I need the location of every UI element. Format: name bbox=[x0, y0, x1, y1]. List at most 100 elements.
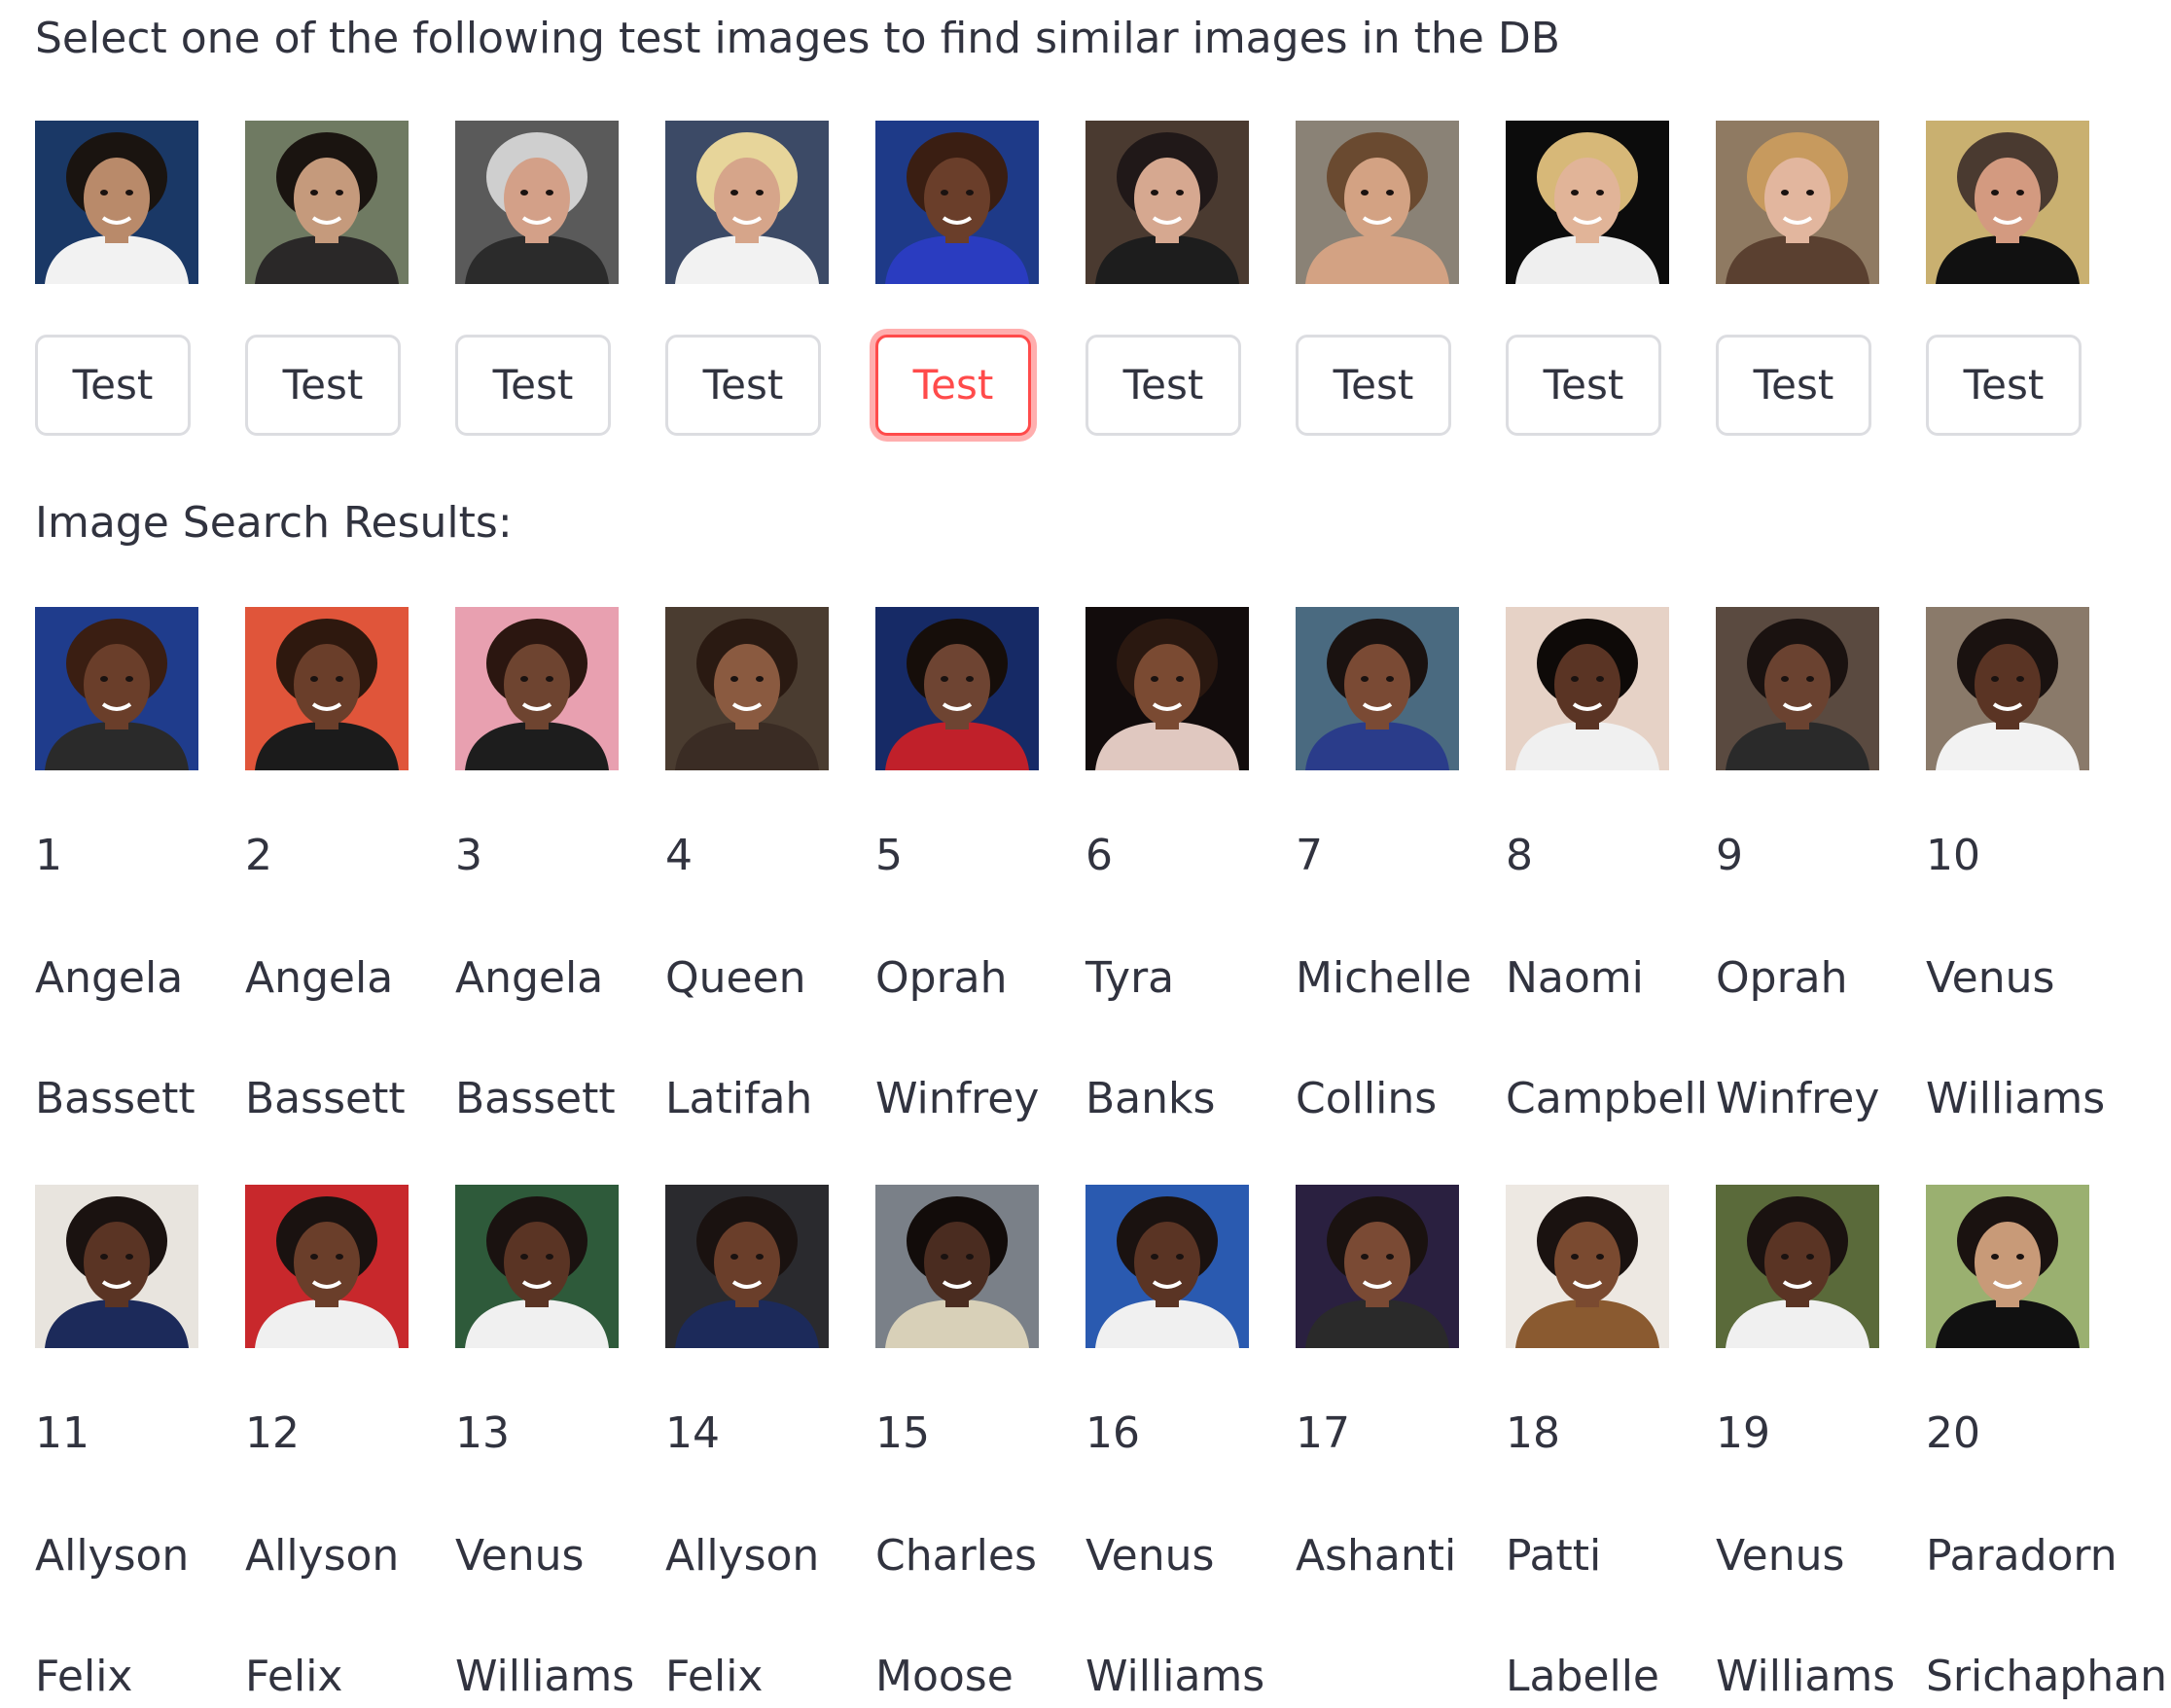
result-last-name: Srichaphan bbox=[1926, 1652, 2167, 1701]
photo-face bbox=[1975, 644, 2041, 726]
test-button-4[interactable]: Test bbox=[665, 335, 821, 436]
photo-left-eye bbox=[1781, 190, 1789, 196]
face-photo bbox=[1716, 607, 1879, 770]
test-image-5 bbox=[875, 121, 1039, 284]
photo-left-eye bbox=[100, 190, 108, 196]
photo-right-eye bbox=[966, 1254, 974, 1260]
result-image-11 bbox=[35, 1185, 198, 1348]
photo-right-eye bbox=[1806, 676, 1814, 682]
test-image-8 bbox=[1506, 121, 1669, 284]
result-last-name: Winfrey bbox=[1716, 1074, 1880, 1123]
photo-right-eye bbox=[336, 1254, 343, 1260]
photo-right-eye bbox=[1176, 1254, 1184, 1260]
photo-right-eye bbox=[2016, 190, 2024, 196]
test-button-3[interactable]: Test bbox=[455, 335, 611, 436]
photo-face bbox=[1134, 158, 1200, 239]
result-image-17 bbox=[1296, 1185, 1459, 1348]
face-photo bbox=[245, 1185, 409, 1348]
test-button-6[interactable]: Test bbox=[1086, 335, 1241, 436]
result-rank: 3 bbox=[455, 831, 482, 880]
result-first-name: Allyson bbox=[35, 1531, 190, 1581]
face-photo bbox=[875, 607, 1039, 770]
photo-right-eye bbox=[1596, 190, 1604, 196]
result-image-2 bbox=[245, 607, 409, 770]
result-image-10 bbox=[1926, 607, 2089, 770]
photo-left-eye bbox=[1991, 1254, 1999, 1260]
photo-left-eye bbox=[520, 190, 528, 196]
result-rank: 16 bbox=[1086, 1408, 1140, 1458]
result-first-name: Allyson bbox=[245, 1531, 400, 1581]
result-rank: 9 bbox=[1716, 831, 1743, 880]
photo-right-eye bbox=[336, 676, 343, 682]
face-photo bbox=[1296, 1185, 1459, 1348]
photo-face bbox=[1344, 644, 1410, 726]
photo-right-eye bbox=[546, 190, 553, 196]
result-first-name: Paradorn bbox=[1926, 1531, 2118, 1581]
result-rank: 8 bbox=[1506, 831, 1533, 880]
result-first-name: Oprah bbox=[875, 953, 1008, 1003]
photo-left-eye bbox=[730, 190, 738, 196]
photo-face bbox=[1975, 1222, 2041, 1303]
face-photo bbox=[1086, 121, 1249, 284]
result-first-name: Angela bbox=[35, 953, 184, 1003]
result-rank: 20 bbox=[1926, 1408, 1980, 1458]
result-rank: 18 bbox=[1506, 1408, 1560, 1458]
result-first-name: Naomi bbox=[1506, 953, 1644, 1003]
result-last-name: Bassett bbox=[455, 1074, 616, 1123]
photo-left-eye bbox=[310, 190, 318, 196]
photo-left-eye bbox=[1361, 190, 1369, 196]
result-rank: 4 bbox=[665, 831, 693, 880]
photo-left-eye bbox=[730, 676, 738, 682]
photo-left-eye bbox=[100, 676, 108, 682]
photo-right-eye bbox=[2016, 1254, 2024, 1260]
result-first-name: Tyra bbox=[1086, 953, 1175, 1003]
photo-face bbox=[1554, 158, 1620, 239]
photo-face bbox=[1764, 158, 1831, 239]
result-first-name: Queen bbox=[665, 953, 806, 1003]
result-image-18 bbox=[1506, 1185, 1669, 1348]
photo-right-eye bbox=[966, 190, 974, 196]
result-image-1 bbox=[35, 607, 198, 770]
result-image-4 bbox=[665, 607, 829, 770]
face-photo bbox=[35, 1185, 198, 1348]
photo-right-eye bbox=[1596, 1254, 1604, 1260]
test-button-8[interactable]: Test bbox=[1506, 335, 1661, 436]
face-photo bbox=[1296, 607, 1459, 770]
test-button-10[interactable]: Test bbox=[1926, 335, 2082, 436]
test-button-1[interactable]: Test bbox=[35, 335, 191, 436]
result-image-7 bbox=[1296, 607, 1459, 770]
result-first-name: Charles bbox=[875, 1531, 1037, 1581]
result-rank: 7 bbox=[1296, 831, 1323, 880]
test-button-7[interactable]: Test bbox=[1296, 335, 1451, 436]
result-rank: 19 bbox=[1716, 1408, 1770, 1458]
result-image-8 bbox=[1506, 607, 1669, 770]
result-rank: 2 bbox=[245, 831, 272, 880]
photo-left-eye bbox=[941, 676, 948, 682]
photo-face bbox=[1764, 644, 1831, 726]
result-last-name: Moose bbox=[875, 1652, 1014, 1701]
photo-left-eye bbox=[1361, 676, 1369, 682]
test-image-7 bbox=[1296, 121, 1459, 284]
face-photo bbox=[245, 121, 409, 284]
face-photo bbox=[665, 121, 829, 284]
photo-left-eye bbox=[1151, 190, 1158, 196]
photo-right-eye bbox=[2016, 676, 2024, 682]
face-photo bbox=[875, 121, 1039, 284]
photo-face bbox=[504, 158, 570, 239]
photo-face bbox=[714, 158, 780, 239]
result-rank: 14 bbox=[665, 1408, 720, 1458]
photo-left-eye bbox=[730, 1254, 738, 1260]
photo-left-eye bbox=[1361, 1254, 1369, 1260]
photo-right-eye bbox=[1386, 1254, 1394, 1260]
photo-right-eye bbox=[1176, 190, 1184, 196]
test-button-2[interactable]: Test bbox=[245, 335, 401, 436]
photo-right-eye bbox=[966, 676, 974, 682]
photo-right-eye bbox=[546, 676, 553, 682]
face-photo bbox=[35, 607, 198, 770]
photo-face bbox=[1344, 158, 1410, 239]
photo-face bbox=[1764, 1222, 1831, 1303]
test-button-5[interactable]: Test bbox=[875, 335, 1031, 436]
test-button-9[interactable]: Test bbox=[1716, 335, 1871, 436]
photo-left-eye bbox=[1571, 1254, 1579, 1260]
face-photo bbox=[875, 1185, 1039, 1348]
